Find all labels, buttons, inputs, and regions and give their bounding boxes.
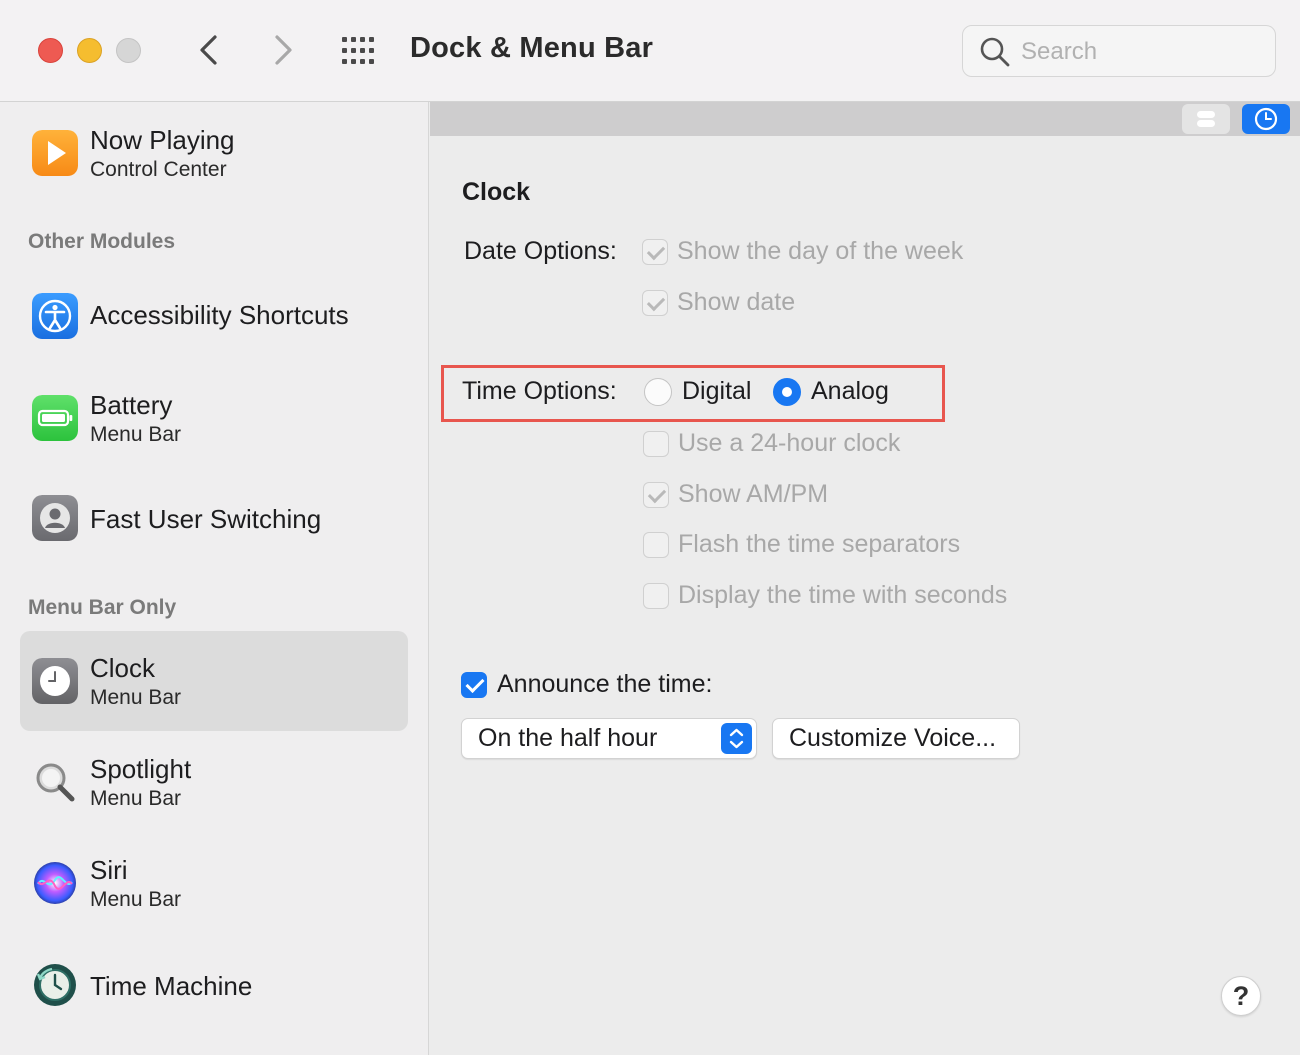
back-chevron-icon[interactable] bbox=[190, 30, 230, 70]
sidebar-item-now-playing[interactable]: Now Playing Control Center bbox=[20, 105, 408, 205]
sidebar-item-subtitle: Control Center bbox=[90, 158, 227, 181]
customize-voice-button[interactable]: Customize Voice... bbox=[772, 718, 1020, 759]
announce-time-checkbox[interactable] bbox=[461, 672, 487, 698]
sidebar-item-title: Time Machine bbox=[90, 971, 253, 1001]
analog-label: Analog bbox=[811, 377, 889, 405]
help-button[interactable]: ? bbox=[1221, 976, 1261, 1016]
announce-interval-value: On the half hour bbox=[478, 724, 658, 752]
show-day-of-week-checkbox[interactable] bbox=[642, 239, 668, 265]
sidebar-item-title: Accessibility Shortcuts bbox=[90, 300, 349, 330]
search-icon bbox=[980, 37, 1010, 67]
toggles-icon bbox=[1197, 111, 1215, 127]
announce-interval-popup[interactable]: On the half hour bbox=[461, 718, 757, 759]
close-window-button[interactable] bbox=[38, 38, 63, 63]
sidebar-item-subtitle: Menu Bar bbox=[90, 787, 182, 810]
section-header-menu-bar-only: Menu Bar Only bbox=[28, 596, 177, 619]
show-date-label: Show date bbox=[677, 288, 796, 316]
minimize-window-button[interactable] bbox=[77, 38, 102, 63]
preferences-window: Dock & Menu Bar Now Playing Control Cent… bbox=[0, 0, 1300, 1055]
sidebar-item-subtitle: Menu Bar bbox=[90, 423, 182, 446]
main-panel: Clock Date Options: Show the day of the … bbox=[430, 102, 1300, 1055]
section-header-other-modules: Other Modules bbox=[28, 230, 176, 253]
sidebar-item-time-machine[interactable]: Time Machine bbox=[20, 934, 408, 1034]
customize-voice-label: Customize Voice... bbox=[789, 724, 997, 752]
preview-strip bbox=[430, 102, 1300, 136]
time-options-label: Time Options: bbox=[462, 377, 617, 405]
sidebar-item-battery[interactable]: Battery Menu Bar bbox=[20, 368, 408, 468]
user-icon bbox=[32, 495, 78, 541]
sidebar-item-title: Siri bbox=[90, 855, 128, 885]
show-day-of-week-label: Show the day of the week bbox=[677, 237, 964, 265]
show-all-grid-icon[interactable] bbox=[340, 35, 382, 67]
sidebar-item-title: Now Playing bbox=[90, 125, 235, 155]
flash-separators-checkbox[interactable] bbox=[643, 532, 669, 558]
digital-radio[interactable] bbox=[644, 378, 672, 406]
show-am-pm-checkbox[interactable] bbox=[643, 482, 669, 508]
digital-label: Digital bbox=[682, 377, 752, 405]
window-title: Dock & Menu Bar bbox=[410, 32, 654, 64]
sidebar-item-title: Fast User Switching bbox=[90, 504, 322, 534]
sidebar-item-accessibility-shortcuts[interactable]: Accessibility Shortcuts bbox=[20, 266, 408, 366]
flash-separators-label: Flash the time separators bbox=[678, 530, 961, 558]
sidebar-item-title: Clock bbox=[90, 653, 156, 683]
section-title: Clock bbox=[462, 178, 531, 206]
date-options-label: Date Options: bbox=[464, 237, 617, 265]
sidebar-item-title: Spotlight bbox=[90, 754, 192, 784]
sidebar-item-spotlight[interactable]: Spotlight Menu Bar bbox=[20, 732, 408, 832]
announce-time-label: Announce the time: bbox=[497, 670, 713, 698]
sidebar-item-subtitle: Menu Bar bbox=[90, 888, 182, 911]
clock-preview-tab[interactable] bbox=[1242, 104, 1290, 134]
sidebar: Now Playing Control Center Other Modules… bbox=[0, 102, 429, 1055]
accessibility-icon bbox=[32, 293, 78, 339]
siri-icon bbox=[34, 862, 76, 904]
zoom-window-button[interactable] bbox=[116, 38, 141, 63]
popup-arrows-icon bbox=[721, 723, 752, 754]
title-bar: Dock & Menu Bar bbox=[0, 0, 1300, 102]
show-am-pm-label: Show AM/PM bbox=[678, 480, 829, 508]
analog-radio[interactable] bbox=[773, 378, 801, 406]
clock-preview-icon bbox=[1254, 107, 1278, 131]
search-field[interactable] bbox=[962, 25, 1276, 77]
time-machine-icon bbox=[34, 964, 76, 1006]
sidebar-item-subtitle: Menu Bar bbox=[90, 686, 182, 709]
sidebar-item-fast-user-switching[interactable]: Fast User Switching bbox=[20, 468, 408, 568]
clock-icon bbox=[32, 658, 78, 704]
battery-icon bbox=[32, 395, 78, 441]
use-24-hour-label: Use a 24-hour clock bbox=[678, 429, 901, 457]
control-center-toggle-tab[interactable] bbox=[1182, 104, 1230, 134]
search-input[interactable] bbox=[1021, 36, 1261, 68]
sidebar-item-siri[interactable]: Siri Menu Bar bbox=[20, 833, 408, 933]
now-playing-icon bbox=[32, 130, 78, 176]
spotlight-icon bbox=[36, 763, 75, 802]
forward-chevron-icon[interactable] bbox=[262, 30, 302, 70]
use-24-hour-checkbox[interactable] bbox=[643, 431, 669, 457]
sidebar-item-title: Battery bbox=[90, 390, 173, 420]
show-date-checkbox[interactable] bbox=[642, 290, 668, 316]
show-seconds-checkbox[interactable] bbox=[643, 583, 669, 609]
show-seconds-label: Display the time with seconds bbox=[678, 581, 1008, 609]
sidebar-item-clock[interactable]: Clock Menu Bar bbox=[20, 631, 408, 731]
